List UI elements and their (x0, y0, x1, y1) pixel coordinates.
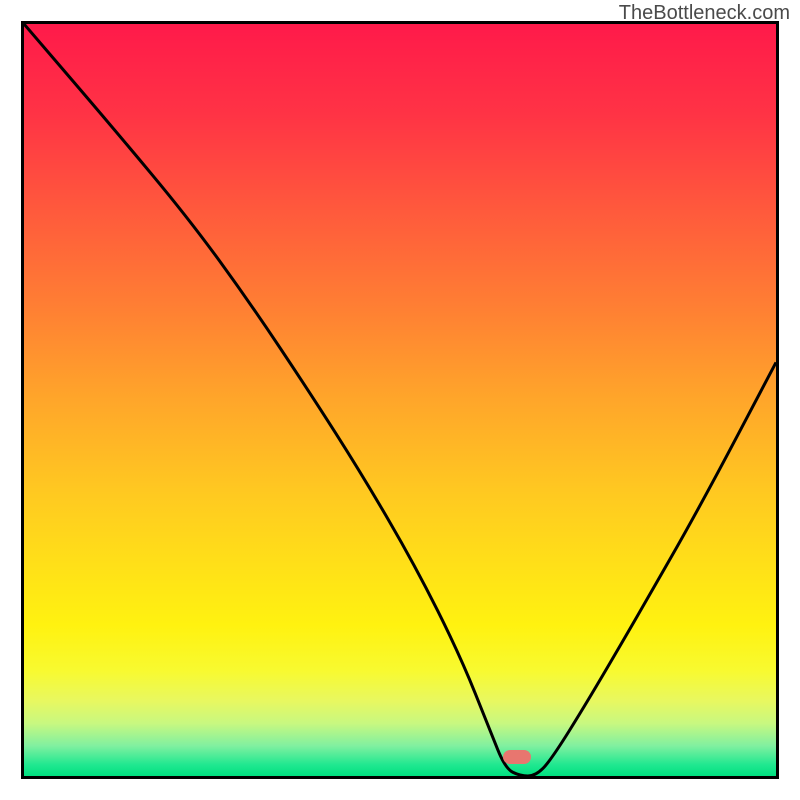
optimal-marker (503, 750, 531, 764)
bottleneck-curve (24, 24, 776, 776)
plot-area (21, 21, 779, 779)
chart-container: TheBottleneck.com (0, 0, 800, 800)
watermark-text: TheBottleneck.com (619, 2, 790, 25)
